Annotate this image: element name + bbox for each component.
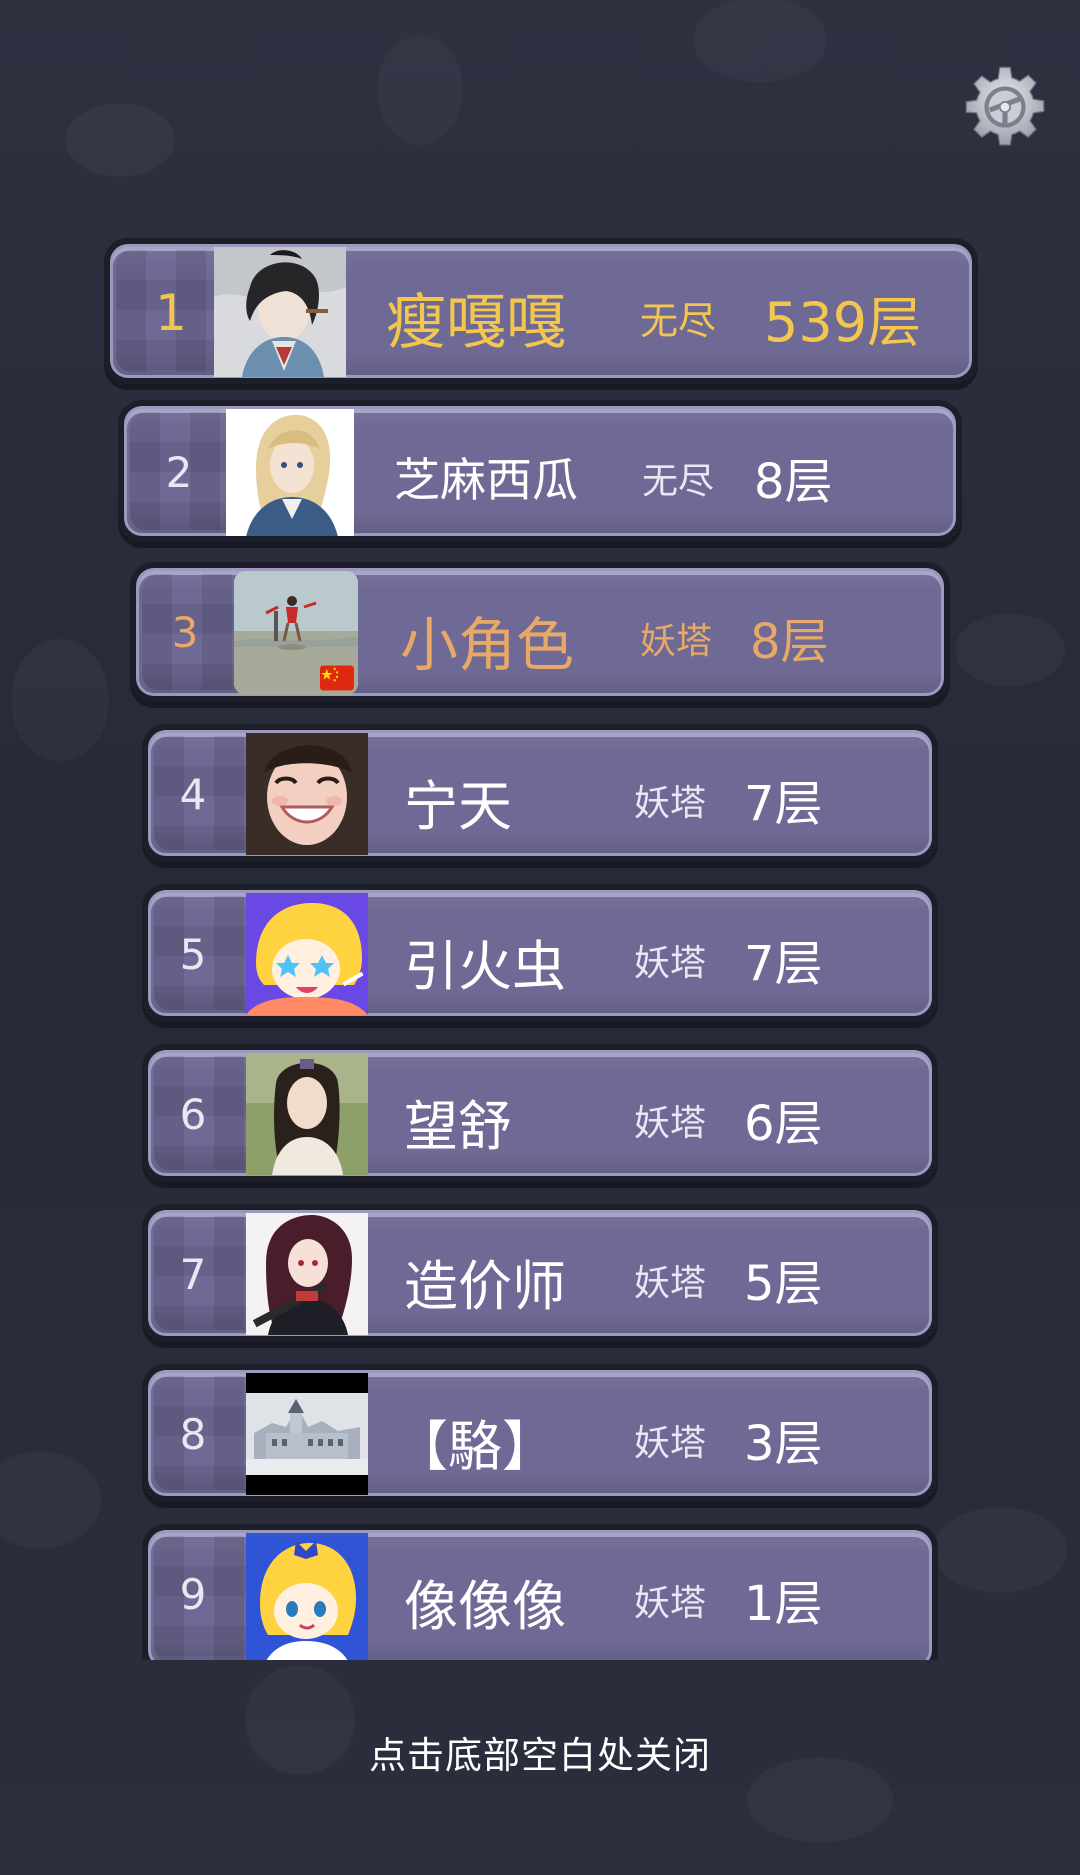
player-name: 像像像: [404, 1575, 566, 1638]
avatar-cartoon-girl-blue: [246, 1533, 368, 1660]
leaderboard-row-3[interactable]: 3 小角色 妖塔 8层: [130, 562, 950, 702]
avatar: [246, 733, 368, 855]
leaderboard-row-5[interactable]: 5 引火虫 妖塔 7层: [142, 884, 938, 1022]
player-name: 【駱】: [394, 1415, 556, 1478]
game-mode: 妖塔: [634, 1103, 707, 1144]
leaderboard-row-7[interactable]: 7 造价师 妖塔 5层: [142, 1204, 938, 1342]
leaderboard: 1 瘦嘎嘎 无尽 539层 2 芝麻西瓜 无尽 8层 3 小角色 妖塔 8层 4…: [0, 0, 1080, 1660]
player-name: 望舒: [404, 1095, 512, 1158]
rank-number: 1: [155, 284, 187, 342]
game-mode: 妖塔: [634, 1583, 707, 1624]
rank-number: 4: [179, 770, 207, 819]
avatar-blonde-anime-girl: [226, 409, 354, 536]
player-name: 小角色: [400, 611, 575, 679]
close-hint[interactable]: 点击底部空白处关闭: [0, 1725, 1080, 1779]
leaderboard-row-1[interactable]: 1 瘦嘎嘎 无尽 539层: [104, 238, 978, 384]
game-mode: 妖塔: [634, 1423, 707, 1464]
rank-number: 9: [179, 1570, 207, 1619]
leaderboard-row-2[interactable]: 2 芝麻西瓜 无尽 8层: [118, 400, 962, 542]
floor-count: 5层: [744, 1256, 823, 1312]
avatar: [226, 409, 354, 536]
rank-number: 3: [171, 608, 199, 657]
avatar: [246, 1213, 368, 1335]
floor-count: 1层: [744, 1576, 823, 1632]
floor-count: 539层: [764, 291, 922, 354]
rank-number: 2: [165, 448, 193, 497]
game-mode: 妖塔: [640, 621, 713, 662]
game-mode: 妖塔: [634, 1263, 707, 1304]
avatar-long-hair-man: [246, 1053, 368, 1175]
leaderboard-row-6[interactable]: 6 望舒 妖塔 6层: [142, 1044, 938, 1182]
avatar: [234, 571, 358, 695]
avatar-anime-girl-gun: [246, 1213, 368, 1335]
rank-number: 5: [179, 930, 207, 979]
game-mode: 无尽: [642, 461, 715, 502]
avatar: [214, 247, 346, 377]
avatar: [246, 1373, 368, 1495]
avatar: [246, 893, 368, 1015]
rank-number: 6: [179, 1090, 207, 1139]
player-name: 瘦嘎嘎: [386, 288, 566, 358]
leaderboard-row-4[interactable]: 4 宁天 妖塔 7层: [142, 724, 938, 862]
floor-count: 7层: [744, 776, 823, 832]
player-name: 引火虫: [404, 935, 566, 998]
avatar: [246, 1053, 368, 1175]
floor-count: 3层: [744, 1416, 823, 1472]
rank-number: 8: [179, 1410, 207, 1459]
floor-count: 6层: [744, 1096, 823, 1152]
game-mode: 妖塔: [634, 783, 707, 824]
rank-number: 7: [179, 1250, 207, 1299]
player-name: 宁天: [404, 775, 512, 838]
avatar-castle: [246, 1373, 368, 1495]
player-name: 芝麻西瓜: [394, 453, 578, 507]
leaderboard-row-9[interactable]: 9 像像像 妖塔 1层: [142, 1524, 938, 1660]
avatar-smiling-girl: [246, 733, 368, 855]
game-mode: 妖塔: [634, 943, 707, 984]
player-name: 造价师: [404, 1255, 566, 1318]
avatar: [246, 1533, 368, 1660]
floor-count: 7层: [744, 936, 823, 992]
avatar-cartoon-girl-purple: [246, 893, 368, 1015]
china-flag-icon: [320, 665, 354, 691]
avatar-ink-painting-woman: [214, 247, 346, 377]
leaderboard-row-8[interactable]: 8 【駱】 妖塔 3层: [142, 1364, 938, 1502]
floor-count: 8层: [754, 454, 833, 510]
game-mode: 无尽: [640, 299, 717, 343]
floor-count: 8层: [750, 614, 829, 670]
